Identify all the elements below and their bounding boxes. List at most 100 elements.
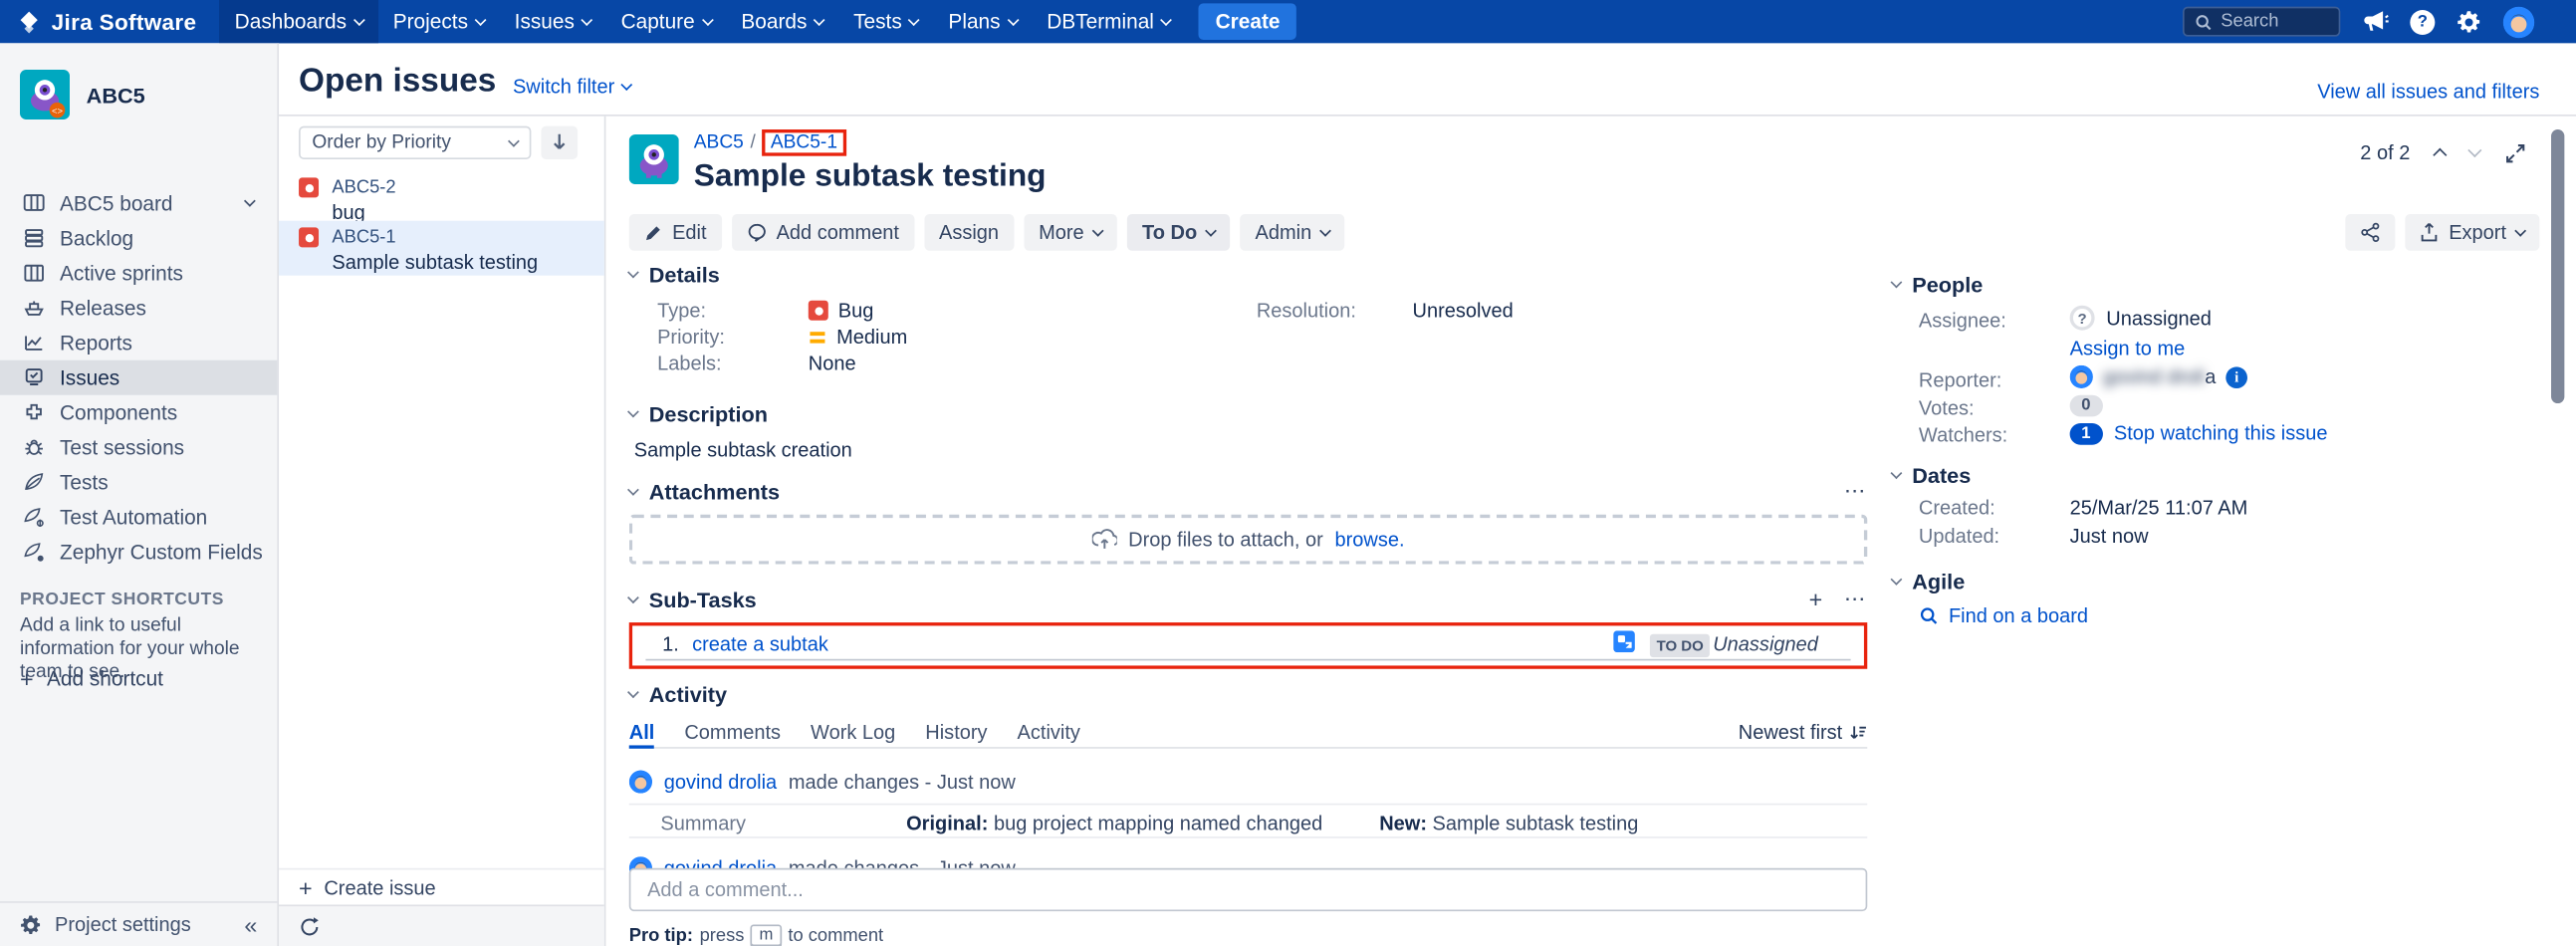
description-heading[interactable]: Description [629, 401, 1868, 426]
project-header[interactable]: <> ABC5 [20, 70, 145, 119]
previous-issue-icon[interactable] [2433, 148, 2447, 162]
assign-to-me-link[interactable]: Assign to me [2070, 337, 2186, 359]
sidebar-item-active-sprints[interactable]: Active sprints [0, 256, 277, 291]
expand-icon[interactable] [2504, 142, 2526, 164]
nav-capture[interactable]: Capture [606, 0, 727, 43]
sidebar-item-test-sessions[interactable]: Test sessions [0, 430, 277, 465]
attachments-more-icon[interactable]: ⋯ [1844, 478, 1867, 505]
activity-heading[interactable]: Activity [629, 682, 1868, 707]
chevron-down-icon [627, 406, 639, 418]
sidebar-item-tests[interactable]: Tests [0, 465, 277, 500]
assign-button[interactable]: Assign [924, 214, 1014, 251]
sidebar-item-reports[interactable]: Reports [0, 326, 277, 360]
create-issue-button[interactable]: + Create issue [279, 868, 604, 905]
switch-filter-link[interactable]: Switch filter [513, 75, 631, 102]
info-icon[interactable]: i [2225, 366, 2247, 388]
activity-tabs: All Comments Work Log History Activity N… [629, 720, 1868, 748]
admin-button[interactable]: Admin [1241, 214, 1345, 251]
nav-boards[interactable]: Boards [726, 0, 838, 43]
sidebar-item-issues[interactable]: Issues [0, 360, 277, 395]
nav-issues[interactable]: Issues [500, 0, 606, 43]
breadcrumb-issue-key-link[interactable]: ABC5-1 [771, 132, 837, 152]
issue-key: ABC5-2 [332, 177, 395, 197]
order-by-select[interactable]: Order by Priority [299, 126, 531, 159]
sidebar-item-board[interactable]: ABC5 board [0, 186, 277, 221]
board-icon [20, 192, 47, 214]
view-all-issues-link[interactable]: View all issues and filters [2317, 80, 2539, 103]
activity-user-link[interactable]: govind drolia [664, 770, 777, 793]
find-on-board[interactable]: Find on a board [1919, 604, 2088, 627]
votes-badge[interactable]: 0 [2070, 395, 2103, 417]
collapse-sidebar-icon[interactable]: « [244, 911, 257, 938]
vertical-scrollbar[interactable] [2551, 129, 2564, 403]
chevron-down-icon [2514, 224, 2526, 236]
create-button[interactable]: Create [1199, 3, 1296, 40]
issue-list-item-abc5-2[interactable]: ABC5-2 bug [279, 171, 604, 221]
reporter-value[interactable]: govind drolia i [2070, 365, 2247, 388]
comment-input[interactable] [629, 868, 1868, 911]
sidebar-item-releases[interactable]: Releases [0, 291, 277, 326]
dates-heading[interactable]: Dates [1892, 463, 2539, 488]
page-title: Open issues [299, 63, 496, 101]
user-avatar[interactable] [2503, 6, 2535, 38]
share-button[interactable] [2346, 214, 2396, 251]
agile-heading[interactable]: Agile [1892, 570, 2539, 594]
issue-toolbar: Edit Add comment Assign More To Do Admin [629, 214, 1345, 251]
stop-watching-link[interactable]: Stop watching this issue [2114, 421, 2328, 444]
breadcrumb-separator: / [751, 132, 756, 152]
nav-dbterminal[interactable]: DBTerminal [1032, 0, 1185, 43]
add-comment-button[interactable]: Add comment [732, 214, 914, 251]
add-subtask-icon[interactable]: + [1809, 586, 1823, 612]
chevron-down-icon [627, 267, 639, 279]
issue-pager: 2 of 2 [2360, 141, 2526, 164]
priority-value: Medium [809, 326, 907, 349]
sidebar-item-test-automation[interactable]: Test Automation [0, 500, 277, 535]
tab-all[interactable]: All [629, 720, 655, 748]
subtasks-more-icon[interactable]: ⋯ [1844, 586, 1867, 612]
global-search[interactable] [2183, 7, 2340, 37]
browse-link[interactable]: browse. [1334, 528, 1404, 551]
attachments-heading[interactable]: Attachments [629, 479, 780, 504]
next-issue-icon[interactable] [2467, 143, 2481, 157]
breadcrumb-project-link[interactable]: ABC5 [694, 132, 744, 152]
search-icon [2195, 13, 2213, 31]
activity-change-row: Summary Original: bug project mapping na… [629, 804, 1868, 838]
sidebar-item-zephyr-custom-fields[interactable]: Zephyr Custom Fields [0, 535, 277, 570]
subtasks-heading[interactable]: Sub-Tasks [629, 587, 757, 611]
more-button[interactable]: More [1024, 214, 1117, 251]
project-settings-label[interactable]: Project settings [55, 913, 191, 936]
assignee-label: Assignee: [1919, 309, 2006, 332]
export-button[interactable]: Export [2406, 214, 2539, 251]
issue-key: ABC5-1 [332, 227, 395, 247]
sort-direction-button[interactable] [541, 126, 578, 159]
attachment-dropzone[interactable]: Drop files to attach, or browse. [629, 515, 1868, 565]
nav-tests[interactable]: Tests [838, 0, 933, 43]
nav-plans[interactable]: Plans [933, 0, 1032, 43]
details-heading[interactable]: Details [629, 262, 1868, 287]
tab-history[interactable]: History [925, 720, 987, 748]
subtask-summary-link[interactable]: create a subtak [692, 632, 828, 655]
edit-button[interactable]: Edit [629, 214, 722, 251]
tab-comments[interactable]: Comments [684, 720, 781, 748]
add-shortcut-button[interactable]: + Add shortcut [20, 665, 163, 692]
tab-work-log[interactable]: Work Log [811, 720, 895, 748]
sidebar-item-components[interactable]: Components [0, 395, 277, 430]
search-input[interactable] [2221, 12, 2327, 32]
sidebar-item-backlog[interactable]: Backlog [0, 221, 277, 256]
sprints-icon [20, 262, 47, 284]
refresh-icon[interactable] [299, 915, 321, 937]
nav-dashboards[interactable]: Dashboards [220, 0, 378, 43]
people-heading[interactable]: People [1892, 272, 2539, 297]
jira-logo[interactable]: Jira Software [0, 9, 220, 34]
reporter-name-redacted: govind droli [2103, 365, 2205, 388]
nav-projects[interactable]: Projects [378, 0, 500, 43]
announcements-icon[interactable] [2362, 10, 2389, 33]
help-icon[interactable]: ? [2410, 9, 2435, 34]
tab-activity[interactable]: Activity [1018, 720, 1080, 748]
status-button[interactable]: To Do [1127, 214, 1231, 251]
issue-list-item-abc5-1[interactable]: ABC5-1 Sample subtask testing [279, 221, 604, 276]
find-on-board-link[interactable]: Find on a board [1949, 604, 2088, 627]
sort-order-button[interactable]: Newest first [1739, 720, 1867, 743]
chevron-down-icon [1161, 13, 1173, 25]
settings-gear-icon[interactable] [2457, 9, 2481, 34]
